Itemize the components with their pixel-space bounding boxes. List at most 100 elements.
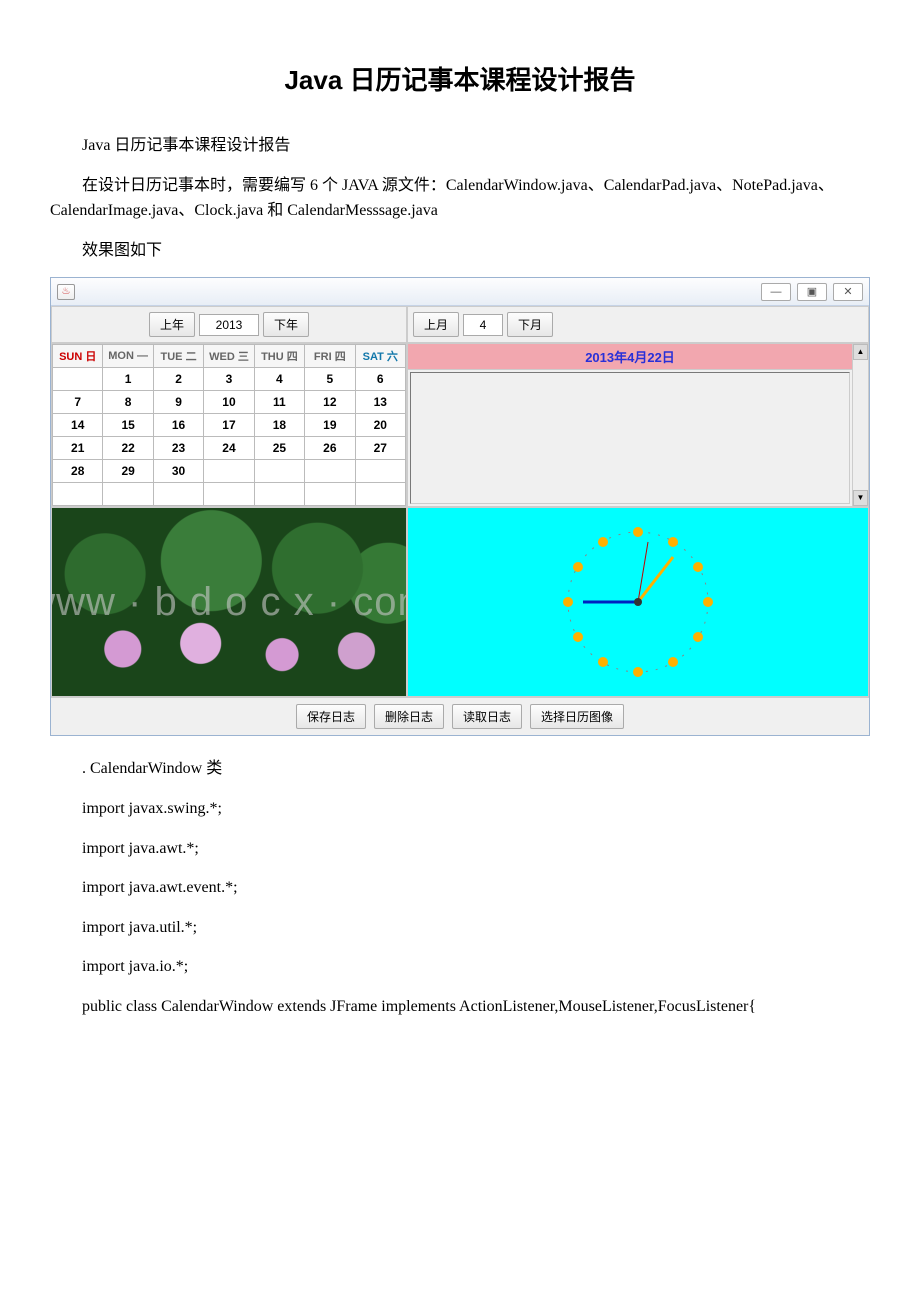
day-cell[interactable]: 19 [305, 414, 355, 437]
day-cell[interactable] [305, 483, 355, 506]
table-row [53, 483, 406, 506]
calendar-header-row: SUN 日 MON — TUE 二 WED 三 THU 四 FRI 四 SAT … [53, 345, 406, 368]
day-cell[interactable] [204, 460, 254, 483]
prev-month-button[interactable]: 上月 [413, 312, 459, 337]
header-mon: MON — [103, 345, 153, 368]
calendar-panel: SUN 日 MON — TUE 二 WED 三 THU 四 FRI 四 SAT … [51, 343, 407, 507]
java-icon: ♨ [57, 284, 75, 300]
day-cell[interactable]: 21 [53, 437, 103, 460]
calendar-table: SUN 日 MON — TUE 二 WED 三 THU 四 FRI 四 SAT … [52, 344, 406, 506]
effect-label: 效果图如下 [50, 238, 870, 264]
header-fri: FRI 四 [305, 345, 355, 368]
day-cell[interactable]: 17 [204, 414, 254, 437]
day-cell[interactable]: 27 [355, 437, 405, 460]
table-row: 14 15 16 17 18 19 20 [53, 414, 406, 437]
code-line: import java.util.*; [50, 915, 870, 941]
scrollbar[interactable]: ▲ ▼ [852, 344, 868, 506]
table-row: 1 2 3 4 5 6 [53, 368, 406, 391]
doc-title: Java 日历记事本课程设计报告 [50, 60, 870, 97]
day-cell[interactable] [254, 460, 304, 483]
maximize-button[interactable]: ▣ [797, 283, 827, 301]
day-cell[interactable]: 10 [204, 391, 254, 414]
table-row: 28 29 30 [53, 460, 406, 483]
minimize-button[interactable]: — [761, 283, 791, 301]
window-buttons: — ▣ ✕ [761, 283, 863, 301]
day-cell[interactable]: 29 [103, 460, 153, 483]
day-cell[interactable]: 26 [305, 437, 355, 460]
next-month-button[interactable]: 下月 [507, 312, 553, 337]
prev-year-button[interactable]: 上年 [149, 312, 195, 337]
header-sun: SUN 日 [53, 345, 103, 368]
day-cell[interactable] [53, 368, 103, 391]
date-banner: 2013年4月22日 [408, 344, 852, 370]
scroll-down-icon[interactable]: ▼ [853, 490, 868, 506]
image-clock-row: www · b d o c x · com [51, 507, 869, 697]
main-split: SUN 日 MON — TUE 二 WED 三 THU 四 FRI 四 SAT … [51, 343, 869, 507]
month-controls: 上月 4 下月 [407, 306, 869, 343]
clock-panel [407, 507, 869, 697]
day-cell[interactable]: 24 [204, 437, 254, 460]
day-cell[interactable] [355, 460, 405, 483]
day-cell[interactable]: 14 [53, 414, 103, 437]
calendar-image: www · b d o c x · com [51, 507, 407, 697]
clock-icon [548, 512, 728, 692]
code-line: import java.io.*; [50, 954, 870, 980]
day-cell[interactable]: 2 [153, 368, 203, 391]
code-line: import java.awt.*; [50, 836, 870, 862]
day-cell[interactable]: 9 [153, 391, 203, 414]
code-line: public class CalendarWindow extends JFra… [50, 994, 870, 1020]
description: 在设计日历记事本时，需要编写 6 个 JAVA 源文件：CalendarWind… [50, 173, 870, 224]
day-cell[interactable] [254, 483, 304, 506]
year-controls: 上年 2013 下年 [51, 306, 407, 343]
read-button[interactable]: 读取日志 [452, 704, 522, 729]
save-button[interactable]: 保存日志 [296, 704, 366, 729]
table-row: 21 22 23 24 25 26 27 [53, 437, 406, 460]
bottom-toolbar: 保存日志 删除日志 读取日志 选择日历图像 [51, 697, 869, 735]
app-window: ♨ — ▣ ✕ 上年 2013 下年 上月 4 下月 SUN 日 MON — T… [50, 277, 870, 736]
header-wed: WED 三 [204, 345, 254, 368]
day-cell[interactable]: 18 [254, 414, 304, 437]
month-input[interactable]: 4 [463, 314, 503, 336]
intro-line: Java 日历记事本课程设计报告 [50, 133, 870, 159]
day-cell[interactable]: 13 [355, 391, 405, 414]
note-panel: 2013年4月22日 ▲ ▼ [407, 343, 869, 507]
year-input[interactable]: 2013 [199, 314, 259, 336]
day-cell[interactable]: 30 [153, 460, 203, 483]
table-row: 7 8 9 10 11 12 13 [53, 391, 406, 414]
header-sat: SAT 六 [355, 345, 405, 368]
next-year-button[interactable]: 下年 [263, 312, 309, 337]
choose-image-button[interactable]: 选择日历图像 [530, 704, 624, 729]
day-cell[interactable]: 15 [103, 414, 153, 437]
day-cell[interactable]: 11 [254, 391, 304, 414]
scroll-up-icon[interactable]: ▲ [853, 344, 868, 360]
delete-button[interactable]: 删除日志 [374, 704, 444, 729]
header-tue: TUE 二 [153, 345, 203, 368]
note-textarea[interactable] [410, 372, 850, 504]
day-cell[interactable]: 4 [254, 368, 304, 391]
day-cell[interactable] [153, 483, 203, 506]
day-cell[interactable] [305, 460, 355, 483]
close-button[interactable]: ✕ [833, 283, 863, 301]
day-cell[interactable]: 23 [153, 437, 203, 460]
day-cell[interactable]: 20 [355, 414, 405, 437]
day-cell[interactable] [53, 483, 103, 506]
day-cell[interactable]: 7 [53, 391, 103, 414]
header-thu: THU 四 [254, 345, 304, 368]
day-cell[interactable] [204, 483, 254, 506]
day-cell[interactable]: 16 [153, 414, 203, 437]
code-line: import java.awt.event.*; [50, 875, 870, 901]
day-cell[interactable]: 1 [103, 368, 153, 391]
lotus-image [52, 508, 406, 696]
day-cell[interactable]: 3 [204, 368, 254, 391]
day-cell[interactable] [103, 483, 153, 506]
day-cell[interactable]: 22 [103, 437, 153, 460]
day-cell[interactable] [355, 483, 405, 506]
day-cell[interactable]: 28 [53, 460, 103, 483]
code-line: import javax.swing.*; [50, 796, 870, 822]
day-cell[interactable]: 12 [305, 391, 355, 414]
day-cell[interactable]: 5 [305, 368, 355, 391]
day-cell[interactable]: 6 [355, 368, 405, 391]
day-cell[interactable]: 8 [103, 391, 153, 414]
day-cell[interactable]: 25 [254, 437, 304, 460]
code-line: . CalendarWindow 类 [50, 756, 870, 782]
